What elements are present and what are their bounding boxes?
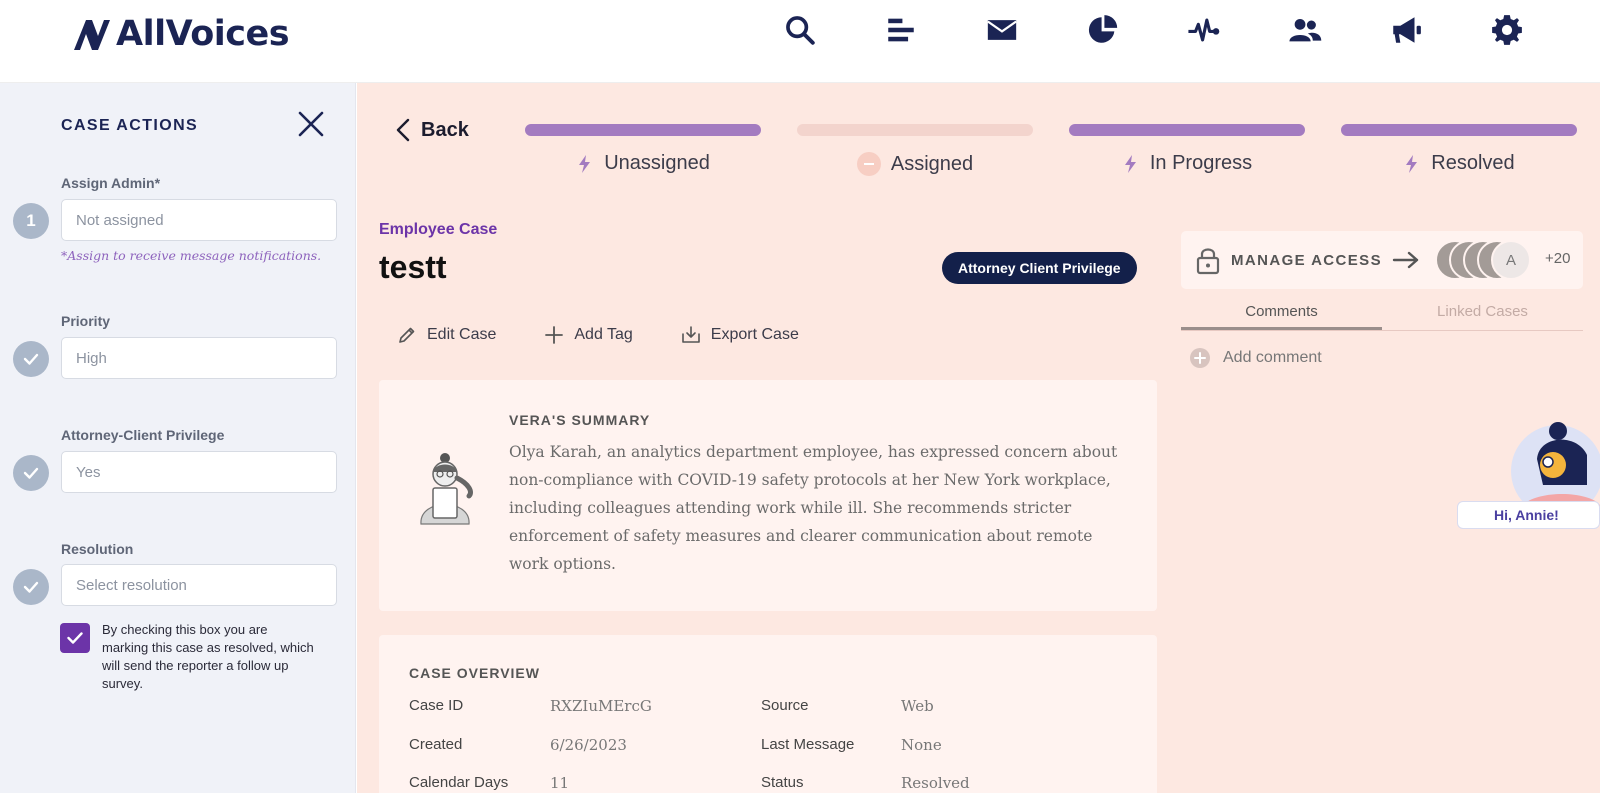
overview-key: Status [761,774,804,791]
stage-label: Resolved [1431,152,1515,174]
back-label: Back [421,118,469,141]
top-bar: AllVoices [0,0,1600,83]
stage-unassigned[interactable]: Unassigned [525,124,761,175]
allvoices-logo-icon [74,20,110,50]
mail-icon[interactable] [982,10,1022,50]
edit-case-button[interactable]: Edit Case [397,325,496,345]
stage-label: Unassigned [604,152,710,174]
overview-value: None [901,736,942,754]
access-avatars: A [1435,240,1535,280]
more-users-count: +20 [1545,250,1571,267]
summary-title: VERA'S SUMMARY [509,412,651,428]
stage-bar [797,124,1033,136]
resolution-label: Resolution [61,541,134,557]
step-number-badge: 1 [13,203,49,239]
stage-label: In Progress [1149,152,1253,174]
overview-key: Calendar Days [409,774,509,791]
privilege-badge: Attorney Client Privilege [942,252,1137,284]
lock-icon [1196,248,1220,275]
case-overview-card: CASE OVERVIEW Case ID RXZIuMErcG Source … [379,635,1157,793]
privilege-select[interactable]: Yes [61,451,337,493]
chevron-left-icon [396,118,410,142]
stage-bar [1069,124,1305,136]
main-nav [780,10,1588,50]
stage-label: Assigned [890,152,974,175]
pencil-icon [399,327,415,343]
users-icon[interactable] [1285,10,1325,50]
export-case-label: Export Case [710,326,799,343]
manage-access-label: MANAGE ACCESS [1231,251,1382,269]
resolved-checkbox-label: By checking this box you are marking thi… [102,622,314,691]
overview-value: Web [901,697,934,715]
close-icon[interactable] [296,109,326,139]
resolution-select[interactable]: Select resolution [61,564,337,606]
overview-key: Created [409,736,463,753]
assistant-avatar-icon [1511,422,1600,515]
logo[interactable]: AllVoices [72,14,290,54]
plus-icon [545,326,564,344]
export-case-button[interactable]: Export Case [681,325,799,345]
priority-select[interactable]: High [61,337,337,379]
overview-value: 6/26/2023 [550,736,627,754]
overview-key: Source [761,697,809,714]
add-comment-button[interactable]: Add comment [1189,347,1322,369]
stage-bar [525,124,761,136]
check-icon [13,569,49,605]
add-circle-icon [1190,348,1210,368]
overview-value: RXZIuMErcG [550,697,652,715]
gear-icon[interactable] [1487,10,1527,50]
case-detail-main: Back Unassigned Assigned In Progress Res… [357,83,1600,793]
stage-assigned[interactable]: Assigned [797,124,1033,176]
assign-admin-label: Assign Admin* [61,175,161,191]
stage-in-progress[interactable]: In Progress [1069,124,1305,175]
vera-summary-card: VERA'S SUMMARY Olya Karah, an analytics … [379,380,1157,611]
check-icon [13,455,49,491]
add-tag-button[interactable]: Add Tag [544,325,633,345]
resolved-checkbox[interactable] [60,623,90,653]
check-icon [13,341,49,377]
overview-value: Resolved [901,774,970,792]
case-title: testt [379,249,447,285]
assign-admin-select[interactable]: Not assigned [61,199,337,241]
brand-name: AllVoices [116,14,290,54]
tab-linked-cases[interactable]: Linked Cases [1382,301,1583,330]
overview-title: CASE OVERVIEW [409,665,540,681]
tab-comments[interactable]: Comments [1181,301,1382,330]
download-icon [681,326,700,343]
assistant-widget[interactable]: Hi, Annie! [1457,415,1600,535]
activity-icon[interactable] [1184,10,1224,50]
right-panel-tabs: Comments Linked Cases [1181,301,1583,331]
lightning-icon [579,154,591,173]
stage-bar [1341,124,1577,136]
case-actions-toolbar: Edit Case Add Tag Export Case [397,325,799,345]
add-tag-label: Add Tag [574,326,633,343]
pending-icon [856,152,881,176]
manage-access-button[interactable]: MANAGE ACCESS A +20 [1181,231,1583,289]
lightning-icon [1124,154,1136,173]
pie-chart-icon[interactable] [1083,10,1123,50]
vera-avatar-icon [420,453,473,525]
overview-key: Case ID [409,697,464,714]
privilege-label: Attorney-Client Privilege [61,427,225,443]
avatar: A [1491,240,1531,280]
arrow-right-icon [1392,251,1419,269]
add-comment-label: Add comment [1223,349,1322,366]
priority-label: Priority [61,313,111,329]
stage-resolved[interactable]: Resolved [1341,124,1577,175]
sidebar-title: CASE ACTIONS [61,117,199,134]
edit-case-label: Edit Case [427,326,497,343]
case-actions-sidebar: CASE ACTIONS Assign Admin* 1 Not assigne… [0,83,356,793]
assistant-greeting: Hi, Annie! [1457,501,1600,529]
search-icon[interactable] [780,10,820,50]
assign-hint: *Assign to receive message notifications… [61,248,322,263]
overview-key: Last Message [761,736,855,753]
checkmark-icon [67,632,83,644]
case-type: Employee Case [379,221,498,238]
back-button[interactable]: Back [395,117,469,143]
overview-value: 11 [550,774,570,792]
summary-text: Olya Karah, an analytics department empl… [509,443,1118,573]
lightning-icon [1406,154,1418,173]
megaphone-icon[interactable] [1386,10,1426,50]
list-icon[interactable] [881,10,921,50]
